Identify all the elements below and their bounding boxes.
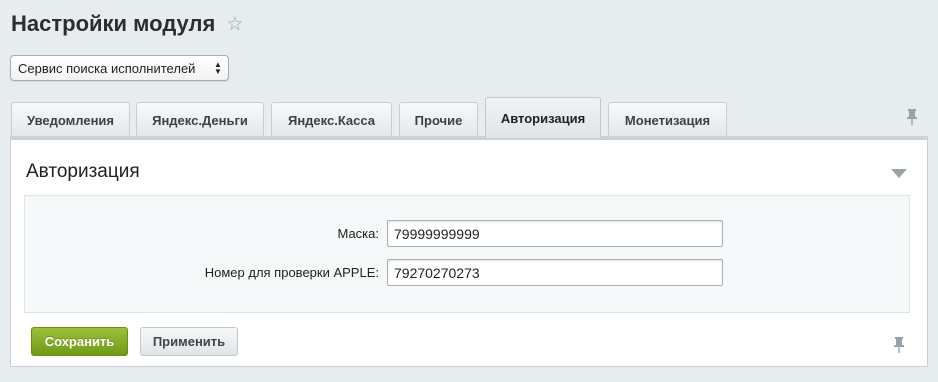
collapse-arrow-icon[interactable] <box>891 169 907 178</box>
section-title: Авторизация <box>26 161 140 182</box>
page-title-text: Настройки модуля <box>11 11 216 36</box>
tab-monetization[interactable]: Монетизация <box>608 102 727 137</box>
apple-number-label: Номер для проверки APPLE: <box>204 265 379 280</box>
apple-number-input[interactable] <box>387 259 723 286</box>
pin-icon[interactable] <box>905 108 919 126</box>
save-button[interactable]: Сохранить <box>31 327 128 356</box>
tab-other[interactable]: Прочие <box>399 102 478 137</box>
tab-label: Уведомления <box>26 112 115 128</box>
pin-icon[interactable] <box>892 336 906 354</box>
mask-label: Маска: <box>337 226 379 241</box>
tab-notifications[interactable]: Уведомления <box>11 102 130 137</box>
apply-button[interactable]: Применить <box>140 327 238 356</box>
tab-label: Монетизация <box>624 112 711 128</box>
page-title: Настройки модуля ☆ <box>11 11 243 37</box>
tab-authorization[interactable]: Авторизация <box>485 97 601 138</box>
tab-yandex-kassa[interactable]: Яндекс.Касса <box>271 102 392 137</box>
tab-label: Прочие <box>414 112 463 128</box>
tab-label: Яндекс.Деньги <box>152 112 248 128</box>
select-arrows-icon: ▲ ▼ <box>214 60 222 76</box>
form-row-mask: Маска: <box>25 220 909 247</box>
tab-yandex-money[interactable]: Яндекс.Деньги <box>136 102 264 137</box>
star-icon[interactable]: ☆ <box>226 15 243 34</box>
tab-label: Авторизация <box>500 110 586 126</box>
mask-input[interactable] <box>387 220 723 247</box>
form-row-apple-number: Номер для проверки APPLE: <box>25 259 909 286</box>
tab-label: Яндекс.Касса <box>287 112 376 128</box>
module-select[interactable]: Сервис поиска исполнителей ▲ ▼ <box>10 55 229 81</box>
settings-panel: Авторизация Маска: Номер для проверки AP… <box>10 136 928 367</box>
form-box: Маска: Номер для проверки APPLE: <box>24 195 910 313</box>
module-select-value: Сервис поиска исполнителей <box>18 60 196 76</box>
